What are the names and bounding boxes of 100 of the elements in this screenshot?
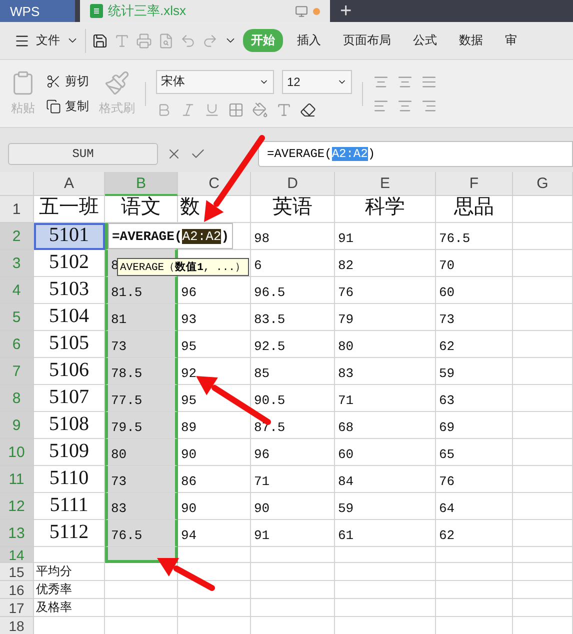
table-cell: 81 bbox=[105, 304, 178, 331]
table-cell bbox=[513, 547, 573, 563]
table-cell: 73 bbox=[105, 466, 178, 493]
table-cell bbox=[513, 466, 573, 493]
table-cell: 95 bbox=[178, 331, 251, 358]
ribbon-tab[interactable]: 审 bbox=[497, 29, 525, 52]
table-cell: 98 bbox=[251, 223, 335, 250]
fill-icon[interactable] bbox=[252, 102, 268, 118]
table-cell: 83 bbox=[335, 358, 436, 385]
name-box[interactable]: SUM bbox=[8, 143, 158, 165]
eraser-icon[interactable] bbox=[300, 102, 316, 118]
format-icon[interactable] bbox=[114, 32, 130, 48]
table-cell: 94 bbox=[178, 520, 251, 547]
table-cell: 62 bbox=[436, 520, 513, 547]
table-cell: 83.5 bbox=[251, 304, 335, 331]
table-cell bbox=[513, 385, 573, 412]
table-cell: 76.5 bbox=[105, 520, 178, 547]
table-cell: 91 bbox=[335, 223, 436, 250]
table-cell: 63 bbox=[436, 385, 513, 412]
border-icon[interactable] bbox=[228, 102, 244, 118]
copy-button[interactable]: 复制 bbox=[46, 98, 89, 114]
table-cell: 86 bbox=[178, 466, 251, 493]
table-cell: 科学 bbox=[335, 196, 436, 223]
table-cell: 59 bbox=[436, 358, 513, 385]
font-select[interactable]: 宋体 bbox=[156, 70, 274, 94]
monitor-icon[interactable] bbox=[295, 4, 308, 18]
font-size-select[interactable]: 12 bbox=[282, 70, 352, 94]
table-cell: 96.5 bbox=[251, 277, 335, 304]
table-cell: 78.5 bbox=[105, 358, 178, 385]
redo-icon[interactable] bbox=[202, 32, 218, 48]
table-cell bbox=[513, 304, 573, 331]
table-cell: 90 bbox=[178, 439, 251, 466]
font-color-icon[interactable] bbox=[276, 102, 292, 118]
table-cell: 83 bbox=[105, 493, 178, 520]
column-header[interactable]: E bbox=[335, 172, 436, 196]
table-cell: 77.5 bbox=[105, 385, 178, 412]
table-cell: 62 bbox=[436, 331, 513, 358]
row-header[interactable]: 15 bbox=[0, 563, 34, 581]
table-cell: 93 bbox=[178, 304, 251, 331]
table-cell: 92.5 bbox=[251, 331, 335, 358]
table-cell: 90 bbox=[178, 493, 251, 520]
table-cell: 59 bbox=[335, 493, 436, 520]
row-header[interactable]: 18 bbox=[0, 617, 34, 634]
cell-editor[interactable]: =AVERAGE(A2:A2) bbox=[108, 223, 234, 249]
new-tab-button[interactable]: + bbox=[330, 0, 362, 22]
ribbon-tab[interactable]: 数据 bbox=[451, 29, 491, 52]
table-cell: 85 bbox=[251, 358, 335, 385]
row-header[interactable]: 17 bbox=[0, 599, 34, 617]
cut-icon bbox=[46, 74, 61, 88]
file-menu[interactable]: 文件 bbox=[36, 32, 60, 49]
table-cell: 及格率 bbox=[34, 599, 105, 617]
copy-icon bbox=[46, 98, 61, 114]
cut-button[interactable]: 剪切 bbox=[46, 72, 89, 90]
select-all-corner[interactable] bbox=[0, 172, 34, 196]
row-header[interactable]: 1 bbox=[0, 196, 34, 223]
unsaved-dot bbox=[313, 8, 320, 14]
table-cell: 90 bbox=[251, 493, 335, 520]
table-cell: 65 bbox=[436, 439, 513, 466]
column-header[interactable]: A bbox=[34, 172, 105, 196]
table-cell: 84 bbox=[335, 466, 436, 493]
table-cell: 81.5 bbox=[105, 277, 178, 304]
table-cell bbox=[513, 520, 573, 547]
column-header[interactable]: F bbox=[436, 172, 513, 196]
table-cell: 79.5 bbox=[105, 412, 178, 439]
table-cell: 71 bbox=[335, 385, 436, 412]
table-cell: 5101 bbox=[34, 223, 105, 250]
table-cell bbox=[513, 196, 573, 223]
table-cell: 60 bbox=[335, 439, 436, 466]
table-cell bbox=[513, 331, 573, 358]
italic-icon[interactable] bbox=[180, 102, 196, 118]
table-cell bbox=[513, 223, 573, 250]
column-header[interactable]: C bbox=[178, 172, 251, 196]
table-cell: 80 bbox=[105, 439, 178, 466]
table-cell: 91 bbox=[251, 520, 335, 547]
column-header[interactable]: G bbox=[513, 172, 573, 196]
table-cell: 69 bbox=[436, 412, 513, 439]
ribbon-tab[interactable]: 公式 bbox=[405, 29, 445, 52]
painter-icon bbox=[104, 70, 130, 96]
table-cell: 平均分 bbox=[34, 563, 105, 581]
table-cell bbox=[513, 493, 573, 520]
app-tab[interactable]: WPS bbox=[0, 0, 75, 22]
underline-icon[interactable] bbox=[204, 102, 220, 118]
preview-icon[interactable] bbox=[158, 32, 174, 48]
column-header[interactable]: D bbox=[251, 172, 335, 196]
table-cell bbox=[513, 277, 573, 304]
save-icon[interactable] bbox=[92, 32, 108, 48]
ribbon-tab[interactable]: 页面布局 bbox=[335, 29, 399, 52]
table-cell: 96 bbox=[178, 277, 251, 304]
table-cell: 73 bbox=[105, 331, 178, 358]
table-cell: 89 bbox=[178, 412, 251, 439]
table-cell: 60 bbox=[436, 277, 513, 304]
undo-icon[interactable] bbox=[180, 32, 196, 48]
table-cell: 70 bbox=[436, 250, 513, 277]
table-cell bbox=[513, 439, 573, 466]
table-cell: 思品 bbox=[436, 196, 513, 223]
ribbon-tab[interactable]: 插入 bbox=[289, 29, 329, 52]
formula-field[interactable]: =AVERAGE(A2:A2) bbox=[258, 141, 573, 167]
row-header[interactable]: 16 bbox=[0, 581, 34, 599]
print-icon[interactable] bbox=[136, 32, 152, 48]
table-cell: 76.5 bbox=[436, 223, 513, 250]
